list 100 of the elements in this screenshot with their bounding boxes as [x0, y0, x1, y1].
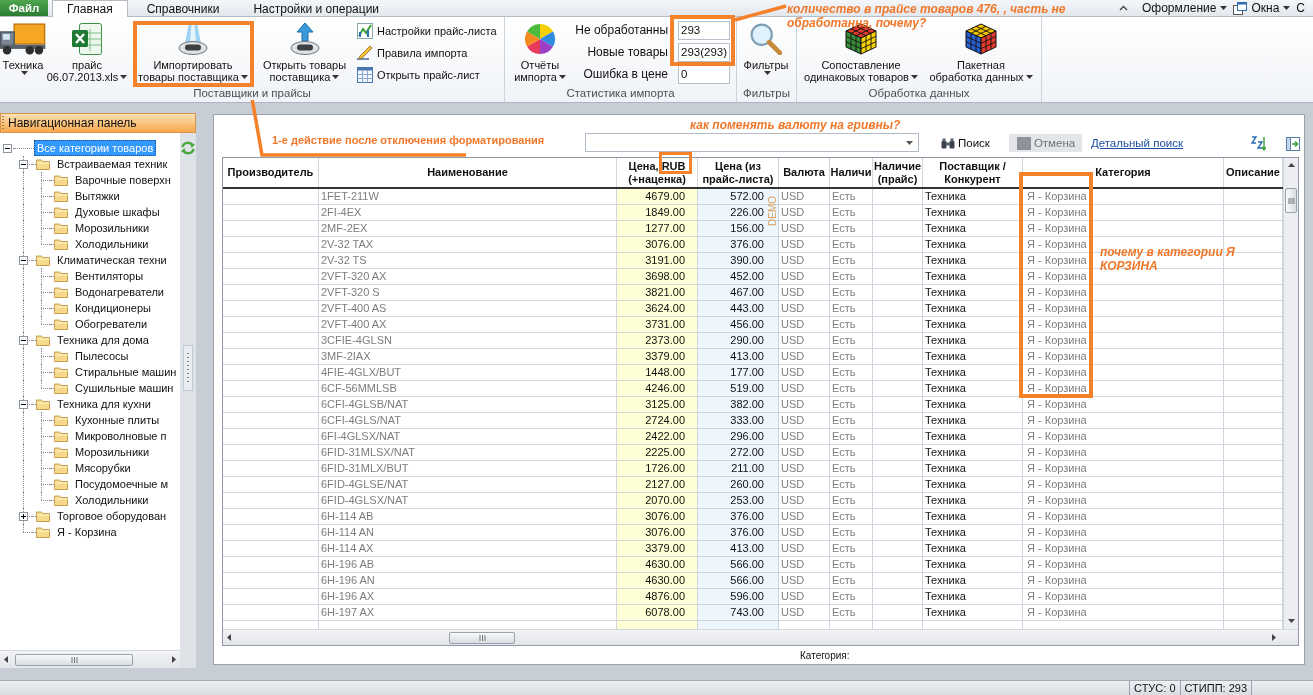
- tree-item[interactable]: Духовые шкафы: [72, 204, 163, 220]
- menu-button[interactable]: С: [1296, 1, 1305, 15]
- ribbon-button[interactable]: Открыть товары поставщика: [258, 17, 351, 83]
- tree-item[interactable]: Сушильные машин: [72, 380, 177, 396]
- column-header[interactable]: Наименование: [319, 158, 617, 187]
- ribbon-menu-item[interactable]: Открыть прайс-лист: [357, 64, 497, 86]
- tree-item[interactable]: Водонагреватели: [72, 284, 167, 300]
- folder-icon: [36, 158, 50, 170]
- currency-code: USD: [781, 318, 805, 330]
- menu-button[interactable]: Окна: [1233, 1, 1291, 15]
- detail-search-link[interactable]: Детальный поиск: [1090, 134, 1183, 152]
- ribbon-button[interactable]: Техника: [0, 17, 46, 75]
- tree-item[interactable]: Я - Корзина: [54, 524, 120, 540]
- folder-icon: [36, 510, 50, 522]
- horizontal-scrollbar[interactable]: [0, 650, 180, 668]
- tree-item[interactable]: Морозильники: [72, 444, 153, 460]
- column-header[interactable]: Цена (из прайс-листа): [698, 158, 779, 187]
- search-button[interactable]: Поиск: [939, 134, 992, 152]
- column-header[interactable]: Поставщик / Конкурент: [923, 158, 1023, 187]
- vertical-scrollbar[interactable]: [1283, 158, 1298, 629]
- currency-code: USD: [781, 446, 805, 458]
- expand-icon[interactable]: [18, 511, 28, 521]
- ribbon-menu-item[interactable]: Настройки прайс-листа: [357, 20, 497, 42]
- tree-item[interactable]: Микроволновые п: [72, 428, 170, 444]
- tree-item[interactable]: Варочные поверхн: [72, 172, 174, 188]
- ribbon-tab[interactable]: Главная: [52, 0, 128, 17]
- tree-item[interactable]: Техника для кухни: [54, 396, 154, 412]
- price-value: 2373.00: [645, 334, 685, 346]
- tree-item[interactable]: Пылесосы: [72, 348, 132, 364]
- list-price-value: 177.00: [730, 366, 764, 378]
- price-value: 3191.00: [645, 254, 685, 266]
- collapse-icon[interactable]: [18, 399, 28, 409]
- stat-field[interactable]: 293(293): [678, 43, 730, 62]
- list-price-value: 156.00: [730, 222, 764, 234]
- price-value: 4876.00: [645, 590, 685, 602]
- collapse-icon[interactable]: [18, 159, 28, 169]
- price-value: 3076.00: [645, 238, 685, 250]
- column-header[interactable]: Производитель: [223, 158, 319, 187]
- ribbon-tab[interactable]: Настройки и операции: [238, 0, 395, 16]
- scrollbar-thumb[interactable]: [449, 632, 515, 644]
- tree-item[interactable]: Холодильники: [72, 236, 152, 252]
- ribbon-button[interactable]: Импортировать товары поставщика: [136, 17, 250, 83]
- list-price-value: 572.00: [730, 190, 764, 202]
- tree-item[interactable]: Кондиционеры: [72, 300, 154, 316]
- ribbon-menu-item[interactable]: Правила импорта: [357, 42, 497, 64]
- arrow-down-icon: [1287, 619, 1295, 623]
- splitter-grip-icon[interactable]: [183, 345, 193, 391]
- stock-status: Есть: [832, 606, 856, 618]
- tree-item[interactable]: Вентиляторы: [72, 268, 147, 284]
- sort-icon[interactable]: [1250, 135, 1266, 151]
- category-name: Я - Корзина: [1027, 334, 1087, 346]
- refresh-icon[interactable]: [180, 141, 196, 155]
- folder-icon: [36, 526, 50, 538]
- tree-item[interactable]: Кухонные плиты: [72, 412, 163, 428]
- currency-code: USD: [781, 190, 805, 202]
- column-header[interactable]: Наличие (прайс): [873, 158, 923, 187]
- collapse-icon[interactable]: [18, 335, 28, 345]
- list-price-value: 413.00: [730, 350, 764, 362]
- tree-item[interactable]: Торговое оборудован: [54, 508, 170, 524]
- horizontal-scrollbar[interactable]: [223, 629, 1298, 645]
- stock-status: Есть: [832, 302, 856, 314]
- tree-item[interactable]: Техника для дома: [54, 332, 152, 348]
- currency-code: USD: [781, 574, 805, 586]
- currency-code: USD: [781, 254, 805, 266]
- tree-item[interactable]: Мясорубки: [72, 460, 134, 476]
- category-name: Я - Корзина: [1027, 590, 1087, 602]
- ribbon-button[interactable]: прайс 06.07.2013.xls: [46, 17, 128, 83]
- file-button[interactable]: Файл: [0, 0, 48, 16]
- tree-item[interactable]: Стиральные машин: [72, 364, 180, 380]
- tree-item[interactable]: Вытяжки: [72, 188, 123, 204]
- stock-status: Есть: [832, 446, 856, 458]
- column-header[interactable]: Цена, RUB (+наценка): [617, 158, 698, 187]
- ribbon-tab[interactable]: Справочники: [131, 0, 235, 16]
- chevron-up-icon[interactable]: [1118, 5, 1128, 11]
- product-code: 6FID-4GLSX/NAT: [321, 494, 409, 506]
- tree-item[interactable]: Встраиваемая техник: [54, 156, 171, 172]
- column-header[interactable]: Категория: [1023, 158, 1224, 187]
- folder-icon: [54, 366, 68, 378]
- supplier-name: Техника: [925, 318, 966, 330]
- column-header[interactable]: Наличи: [830, 158, 873, 187]
- list-price-value: 452.00: [730, 270, 764, 282]
- scrollbar-thumb[interactable]: [15, 654, 133, 666]
- tree-item[interactable]: Обогреватели: [72, 316, 151, 332]
- collapse-icon[interactable]: [2, 143, 12, 153]
- menu-button[interactable]: Оформление: [1141, 1, 1228, 15]
- currency-code: USD: [781, 334, 805, 346]
- tree-item[interactable]: Морозильники: [72, 220, 153, 236]
- tree-item[interactable]: Посудомоечные м: [72, 476, 172, 492]
- annotation-frame: [659, 152, 692, 174]
- stat-field[interactable]: 293: [678, 21, 730, 40]
- arrow-box-icon[interactable]: [1286, 137, 1300, 151]
- ribbon-button[interactable]: Отчёты импорта: [508, 17, 572, 83]
- currency-code: USD: [781, 398, 805, 410]
- collapse-icon[interactable]: [18, 255, 28, 265]
- price-value: 1849.00: [645, 206, 685, 218]
- tree-item[interactable]: Холодильники: [72, 492, 152, 508]
- stock-status: Есть: [832, 494, 856, 506]
- column-header[interactable]: Валюта: [779, 158, 830, 187]
- tree-item[interactable]: Климатическая техни: [54, 252, 170, 268]
- scrollbar-thumb[interactable]: [1285, 188, 1297, 213]
